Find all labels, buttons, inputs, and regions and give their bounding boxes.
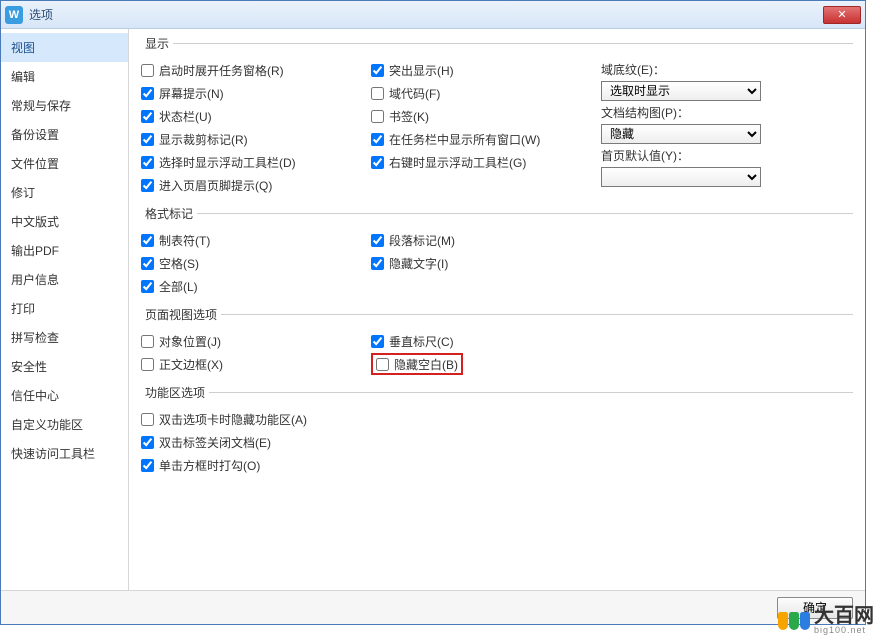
sidebar-item-revision[interactable]: 修订 [1,178,128,207]
sidebar-item-security[interactable]: 安全性 [1,352,128,381]
lbl-tab[interactable]: 制表符(T) [159,232,210,249]
chk-taskbar-windows[interactable] [371,133,384,146]
sidebar-item-spellcheck[interactable]: 拼写检查 [1,323,128,352]
sidebar-item-chinese-layout[interactable]: 中文版式 [1,207,128,236]
lbl-hidden-text[interactable]: 隐藏文字(I) [389,255,448,272]
sidebar-item-trust-center[interactable]: 信任中心 [1,381,128,410]
select-doc-map[interactable]: 隐藏 [601,124,761,144]
select-first-page[interactable] [601,167,761,187]
chk-crop-marks[interactable] [141,133,154,146]
lbl-screen-tip[interactable]: 屏幕提示(N) [159,85,224,102]
chk-hide-blank[interactable] [376,358,389,371]
chk-click-box-check[interactable] [141,459,154,472]
chk-float-rightclick[interactable] [371,156,384,169]
lbl-doc-map: 文档结构图(P)： [601,103,853,123]
sidebar-item-backup[interactable]: 备份设置 [1,120,128,149]
lbl-dblclick-label-close[interactable]: 双击标签关闭文档(E) [159,434,271,451]
chk-dblclick-label-close[interactable] [141,436,154,449]
content-area: 显示 启动时展开任务窗格(R) 屏幕提示(N) 状态栏(U) 显示裁剪标记(R)… [129,29,865,590]
chk-task-pane[interactable] [141,64,154,77]
chk-status-bar[interactable] [141,110,154,123]
chk-text-border[interactable] [141,358,154,371]
chk-tab[interactable] [141,234,154,247]
lbl-first-page: 首页默认值(Y)： [601,146,853,166]
group-pageview: 页面视图选项 对象位置(J) 正文边框(X) 垂直标尺(C) 隐藏空白(B) [141,306,853,380]
lbl-bookmark[interactable]: 书签(K) [389,108,429,125]
ok-button[interactable]: 确定 [777,597,853,619]
lbl-vertical-ruler[interactable]: 垂直标尺(C) [389,333,454,350]
sidebar-item-general-save[interactable]: 常规与保存 [1,91,128,120]
footer: 确定 [1,590,865,624]
lbl-object-pos[interactable]: 对象位置(J) [159,333,221,350]
chk-header-footer-tip[interactable] [141,179,154,192]
group-format: 格式标记 制表符(T) 空格(S) 全部(L) 段落标记(M) 隐藏文字(I) [141,205,853,302]
sidebar-item-user-info[interactable]: 用户信息 [1,265,128,294]
close-button[interactable]: ✕ [823,6,861,24]
group-format-legend: 格式标记 [141,205,197,222]
sidebar-item-file-location[interactable]: 文件位置 [1,149,128,178]
group-display: 显示 启动时展开任务窗格(R) 屏幕提示(N) 状态栏(U) 显示裁剪标记(R)… [141,35,853,201]
chk-dblclick-tab-hide[interactable] [141,413,154,426]
sidebar-item-customize-ribbon[interactable]: 自定义功能区 [1,410,128,439]
app-icon: W [5,6,23,24]
lbl-all[interactable]: 全部(L) [159,278,198,295]
group-pageview-legend: 页面视图选项 [141,306,221,323]
lbl-float-select[interactable]: 选择时显示浮动工具栏(D) [159,154,296,171]
lbl-float-rightclick[interactable]: 右键时显示浮动工具栏(G) [389,154,526,171]
lbl-text-border[interactable]: 正文边框(X) [159,356,223,373]
lbl-highlight[interactable]: 突出显示(H) [389,62,454,79]
chk-screen-tip[interactable] [141,87,154,100]
group-ribbon: 功能区选项 双击选项卡时隐藏功能区(A) 双击标签关闭文档(E) 单击方框时打勾… [141,384,853,481]
sidebar-item-view[interactable]: 视图 [1,33,128,62]
lbl-task-pane[interactable]: 启动时展开任务窗格(R) [159,62,284,79]
chk-object-pos[interactable] [141,335,154,348]
lbl-field-shading: 域底纹(E)： [601,60,853,80]
lbl-dblclick-tab-hide[interactable]: 双击选项卡时隐藏功能区(A) [159,411,307,428]
options-window: W 选项 ✕ 视图 编辑 常规与保存 备份设置 文件位置 修订 中文版式 输出P… [0,0,866,625]
chk-vertical-ruler[interactable] [371,335,384,348]
window-title: 选项 [29,6,53,23]
chk-float-select[interactable] [141,156,154,169]
lbl-header-footer-tip[interactable]: 进入页眉页脚提示(Q) [159,177,272,194]
select-field-shading[interactable]: 选取时显示 [601,81,761,101]
watermark-url: big100.net [814,626,874,635]
chk-space[interactable] [141,257,154,270]
group-ribbon-legend: 功能区选项 [141,384,209,401]
body: 视图 编辑 常规与保存 备份设置 文件位置 修订 中文版式 输出PDF 用户信息… [1,29,865,590]
sidebar-item-edit[interactable]: 编辑 [1,62,128,91]
group-display-legend: 显示 [141,35,173,52]
lbl-status-bar[interactable]: 状态栏(U) [159,108,212,125]
sidebar-item-quick-access[interactable]: 快速访问工具栏 [1,439,128,468]
sidebar-item-print[interactable]: 打印 [1,294,128,323]
sidebar-item-output-pdf[interactable]: 输出PDF [1,236,128,265]
chk-paragraph[interactable] [371,234,384,247]
lbl-hide-blank[interactable]: 隐藏空白(B) [394,356,458,373]
highlight-hide-blank: 隐藏空白(B) [371,353,463,375]
lbl-crop-marks[interactable]: 显示裁剪标记(R) [159,131,248,148]
sidebar: 视图 编辑 常规与保存 备份设置 文件位置 修订 中文版式 输出PDF 用户信息… [1,29,129,590]
chk-hidden-text[interactable] [371,257,384,270]
lbl-space[interactable]: 空格(S) [159,255,199,272]
lbl-taskbar-windows[interactable]: 在任务栏中显示所有窗口(W) [389,131,540,148]
lbl-field-code[interactable]: 域代码(F) [389,85,440,102]
chk-all[interactable] [141,280,154,293]
chk-bookmark[interactable] [371,110,384,123]
lbl-click-box-check[interactable]: 单击方框时打勾(O) [159,457,260,474]
lbl-paragraph[interactable]: 段落标记(M) [389,232,455,249]
chk-field-code[interactable] [371,87,384,100]
titlebar: W 选项 ✕ [1,1,865,29]
chk-highlight[interactable] [371,64,384,77]
